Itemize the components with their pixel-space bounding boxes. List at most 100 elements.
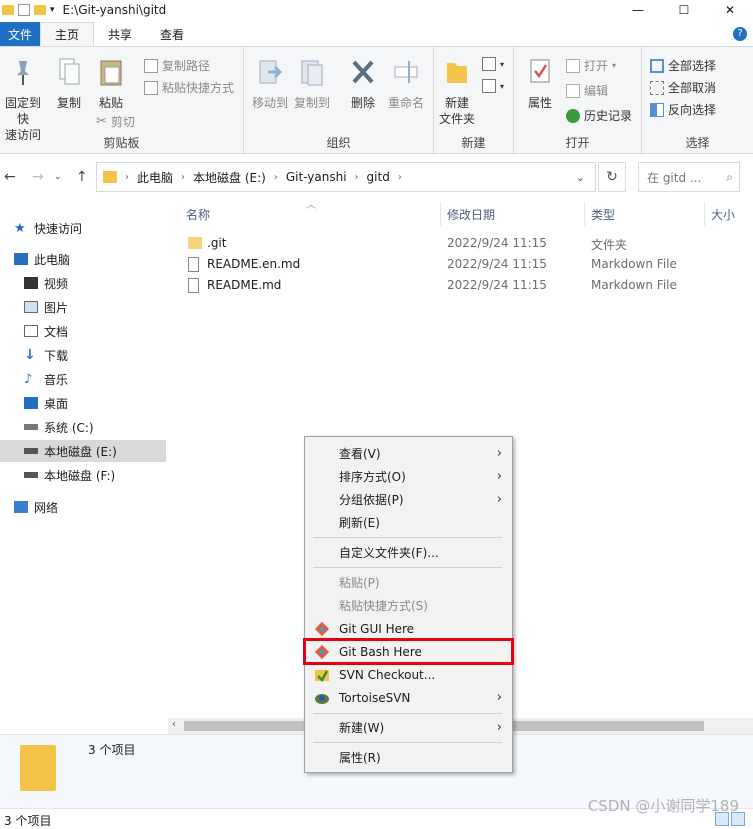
minimize-button[interactable]: — xyxy=(615,0,661,20)
forward-arrow-icon[interactable]: → xyxy=(32,169,44,185)
nav-item-quick-access[interactable]: ★ 快速访问 xyxy=(14,217,180,239)
menu-item-paste[interactable]: 粘贴(P) xyxy=(305,571,512,594)
column-name[interactable]: 名称 xyxy=(186,206,210,223)
cut-label: 剪切 xyxy=(110,115,135,129)
open-button[interactable]: 打开 ▾ xyxy=(566,57,616,74)
column-divider[interactable] xyxy=(584,202,585,226)
nav-item-drive-f[interactable]: 本地磁盘 (F:) xyxy=(24,464,190,486)
column-divider[interactable] xyxy=(704,202,705,226)
properties-button[interactable]: 属性 xyxy=(520,57,560,111)
select-none-button[interactable]: 全部取消 xyxy=(650,79,716,96)
select-all-button[interactable]: 全部选择 xyxy=(650,57,716,74)
menu-item-new[interactable]: 新建(W) › xyxy=(305,716,512,739)
desktop-icon xyxy=(24,397,38,409)
nav-label: 本地磁盘 (F:) xyxy=(44,468,116,483)
tab-home[interactable]: 主页 xyxy=(40,22,95,46)
invert-selection-icon xyxy=(650,102,664,117)
select-none-icon xyxy=(650,80,664,95)
menu-item-group-by[interactable]: 分组依据(P) › xyxy=(305,488,512,511)
git-icon xyxy=(314,644,330,659)
rename-button[interactable]: 重命名 xyxy=(384,57,428,111)
tab-share[interactable]: 共享 xyxy=(94,22,146,46)
history-button[interactable]: 历史记录 xyxy=(566,107,632,124)
edit-button[interactable]: 编辑 xyxy=(566,82,608,99)
close-button[interactable]: ✕ xyxy=(707,0,753,20)
file-row[interactable]: README.md 2022/9/24 11:15 Markdown File xyxy=(184,275,744,296)
copy-path-button[interactable]: 复制路径 xyxy=(144,57,210,74)
move-to-button[interactable]: 移动到 xyxy=(250,57,290,111)
easy-access-button[interactable]: ▾ xyxy=(482,79,504,93)
column-header: 名称 ︿ 修改日期 类型 大小 xyxy=(184,200,753,226)
invert-selection-button[interactable]: 反向选择 xyxy=(650,101,716,118)
maximize-button[interactable]: ☐ xyxy=(661,0,707,20)
column-size[interactable]: 大小 xyxy=(711,206,735,223)
nav-item-pictures[interactable]: 图片 xyxy=(24,296,190,318)
menu-item-refresh[interactable]: 刷新(E) xyxy=(305,511,512,534)
crumb-git-yanshi[interactable]: Git-yanshi xyxy=(278,170,355,184)
back-arrow-icon[interactable]: ← xyxy=(4,169,16,185)
paste-button[interactable]: 粘贴 xyxy=(92,57,130,111)
refresh-button[interactable]: ↻ xyxy=(598,162,626,192)
new-folder-icon[interactable] xyxy=(34,5,46,15)
svn-checkout-icon xyxy=(315,669,329,682)
help-icon[interactable]: ? xyxy=(733,27,747,41)
menu-item-properties[interactable]: 属性(R) xyxy=(305,746,512,769)
menu-item-paste-shortcut[interactable]: 粘贴快捷方式(S) xyxy=(305,594,512,617)
tab-file[interactable]: 文件 xyxy=(0,22,40,46)
nav-item-drive-c[interactable]: 系统 (C:) xyxy=(24,416,190,438)
menu-item-tortoisesvn[interactable]: TortoiseSVN › xyxy=(305,686,512,709)
scroll-left-icon[interactable]: ‹ xyxy=(172,719,176,730)
history-label: 历史记录 xyxy=(584,109,633,123)
copy-to-button[interactable]: 复制到 xyxy=(292,57,332,111)
nav-item-downloads[interactable]: ↓ 下载 xyxy=(24,344,190,366)
nav-item-videos[interactable]: 视频 xyxy=(24,272,190,294)
menu-item-view[interactable]: 查看(V) › xyxy=(305,442,512,465)
crumb-gitd[interactable]: gitd xyxy=(359,170,398,184)
checkbox-icon[interactable] xyxy=(18,4,30,16)
history-icon xyxy=(566,108,580,123)
crumb-drive-e[interactable]: 本地磁盘 (E:) xyxy=(185,169,274,186)
pin-quick-access-button[interactable]: 固定到快 速访问 xyxy=(0,57,46,143)
nav-item-this-pc[interactable]: 此电脑 xyxy=(14,248,180,270)
recent-chevron-icon[interactable]: ⌄ xyxy=(54,172,62,182)
properties-label: 属性 xyxy=(527,96,552,110)
delete-button[interactable]: 删除 xyxy=(346,57,380,111)
file-row[interactable]: .git 2022/9/24 11:15 文件夹 xyxy=(184,233,744,254)
copy-button[interactable]: 复制 xyxy=(52,57,86,111)
address-dropdown-icon[interactable]: ⌄ xyxy=(576,171,585,184)
chevron-right-icon: › xyxy=(496,469,502,484)
menu-item-svn-checkout[interactable]: SVN Checkout... xyxy=(305,663,512,686)
cut-button[interactable]: ✂ 剪切 xyxy=(96,113,135,130)
tab-view[interactable]: 查看 xyxy=(146,22,198,46)
breadcrumb[interactable]: › 此电脑 › 本地磁盘 (E:) › Git-yanshi › gitd › … xyxy=(96,162,596,192)
new-item-button[interactable]: ▾ xyxy=(482,57,504,71)
paste-shortcut-button[interactable]: 粘贴快捷方式 xyxy=(144,79,234,96)
chevron-down-icon[interactable]: ▾ xyxy=(50,5,55,15)
menu-item-git-bash[interactable]: Git Bash Here xyxy=(303,638,514,665)
search-input[interactable]: 在 gitd ... ⌕ xyxy=(638,162,740,192)
new-folder-button[interactable]: 新建 文件夹 xyxy=(436,57,478,127)
menu-item-git-gui[interactable]: Git GUI Here xyxy=(305,617,512,640)
nav-item-music[interactable]: ♪ 音乐 xyxy=(24,368,190,390)
nav-item-network[interactable]: 网络 xyxy=(14,496,180,518)
menu-item-customize-folder[interactable]: 自定义文件夹(F)... xyxy=(305,541,512,564)
column-type[interactable]: 类型 xyxy=(591,206,615,223)
nav-item-documents[interactable]: 文档 xyxy=(24,320,190,342)
column-divider[interactable] xyxy=(440,202,441,226)
menu-label: 粘贴快捷方式(S) xyxy=(339,599,428,613)
file-row[interactable]: README.en.md 2022/9/24 11:15 Markdown Fi… xyxy=(184,254,744,275)
picture-icon xyxy=(24,301,38,313)
nav-label: 网络 xyxy=(34,500,59,515)
chevron-down-icon: ▾ xyxy=(500,81,505,91)
properties-icon xyxy=(530,59,550,83)
crumb-this-pc[interactable]: 此电脑 xyxy=(129,169,181,186)
menu-item-sort[interactable]: 排序方式(O) › xyxy=(305,465,512,488)
nav-label: 下载 xyxy=(44,348,69,363)
menu-label: Git GUI Here xyxy=(339,621,415,636)
nav-item-desktop[interactable]: 桌面 xyxy=(24,392,190,414)
edit-label: 编辑 xyxy=(584,84,609,98)
up-arrow-icon[interactable]: ↑ xyxy=(76,169,88,185)
nav-item-drive-e[interactable]: 本地磁盘 (E:) xyxy=(0,440,166,462)
column-modified[interactable]: 修改日期 xyxy=(447,206,495,223)
clipboard-group: 固定到快 速访问 复制 粘贴 复制路径 粘贴快捷方式 ✂ 剪切 剪贴板 xyxy=(0,47,244,155)
